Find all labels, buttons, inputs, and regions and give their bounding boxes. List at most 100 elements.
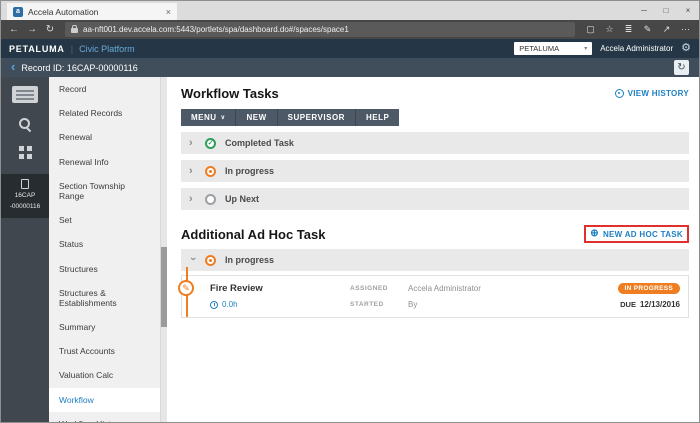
rail-record-tab[interactable]: 16CAP -00000116 (1, 174, 49, 218)
menu-item-renewal[interactable]: Renewal (49, 125, 160, 149)
browser-tab[interactable]: a Accela Automation × (7, 3, 177, 20)
accordion-adhoc-in-progress[interactable]: › In progress (181, 249, 689, 271)
hub-icon[interactable]: ≣ (619, 20, 638, 39)
adhoc-header: Additional Ad Hoc Task ⊕ NEW AD HOC TASK (181, 225, 689, 243)
apps-grid-icon[interactable] (19, 146, 32, 159)
new-adhoc-task-button[interactable]: ⊕ NEW AD HOC TASK (590, 229, 683, 239)
document-icon (21, 179, 29, 189)
menu-item-trust-accounts[interactable]: Trust Accounts (49, 339, 160, 363)
rail-record-id-line2: -00000116 (10, 203, 41, 211)
close-button[interactable]: × (677, 6, 699, 15)
main-body: 16CAP -00000116 Record Related Records R… (1, 77, 699, 422)
new-adhoc-task-label: NEW AD HOC TASK (603, 230, 683, 239)
accordion-in-progress[interactable]: › In progress (181, 160, 689, 182)
status-badge: IN PROGRESS (618, 283, 680, 294)
share-icon[interactable]: ↗ (657, 20, 676, 39)
refresh-icon[interactable]: ↻ (41, 20, 59, 39)
page-refresh-button[interactable]: ↻ (674, 60, 689, 75)
menu-item-summary[interactable]: Summary (49, 315, 160, 339)
page-title: Workflow Tasks (181, 86, 279, 101)
back-icon[interactable]: ← (5, 20, 23, 39)
assigned-label: ASSIGNED (350, 285, 408, 292)
user-menu[interactable]: Accela Administrator (600, 44, 673, 53)
url-field[interactable]: aa-nft001.dev.accela.com:5443/portlets/s… (65, 22, 575, 37)
started-value: By (408, 300, 620, 309)
tab-title: Accela Automation (28, 7, 161, 17)
completed-status-icon: ✓ (205, 138, 216, 149)
gear-icon[interactable]: ⚙ (681, 43, 691, 54)
more-icon[interactable]: ⋯ (676, 20, 695, 39)
accordion-label: In progress (225, 255, 274, 265)
tab-close-icon[interactable]: × (166, 7, 171, 17)
help-button[interactable]: HELP (356, 109, 399, 126)
started-label: STARTED (350, 301, 408, 308)
adhoc-task-card[interactable]: ✎ Fire Review ASSIGNED Accela Administra… (181, 275, 689, 318)
agency-brand: PETALUMA (9, 44, 65, 54)
back-chevron-icon[interactable]: ‹ (11, 60, 15, 73)
accordion-label: Completed Task (225, 138, 294, 148)
agency-select[interactable]: PETALUMA ▾ (514, 42, 592, 55)
menu-button[interactable]: MENU ∨ (181, 109, 236, 126)
task-row-primary: Fire Review ASSIGNED Accela Administrato… (210, 283, 680, 294)
due-value: 12/13/2016 (640, 300, 680, 309)
in-progress-status-icon (205, 166, 216, 177)
reading-view-icon[interactable]: ▢ (581, 20, 600, 39)
task-name[interactable]: Fire Review (210, 283, 350, 294)
menu-item-status[interactable]: Status (49, 232, 160, 256)
brand-separator: | (71, 44, 73, 54)
adhoc-title: Additional Ad Hoc Task (181, 227, 325, 242)
menu-item-structures[interactable]: Structures (49, 257, 160, 281)
chevron-expanded-icon: › (187, 257, 198, 264)
due-date: DUE 12/13/2016 (620, 300, 680, 309)
header-right: PETALUMA ▾ Accela Administrator ⚙ (514, 42, 691, 55)
rail-record-id-line1: 16CAP (15, 192, 36, 200)
menu-item-workflow[interactable]: Workflow (49, 388, 160, 412)
up-next-status-icon (205, 194, 216, 205)
hours-value: 0.0h (222, 300, 238, 309)
workflow-tasks-header: Workflow Tasks VIEW HISTORY (181, 86, 689, 101)
chevron-down-icon: ∨ (221, 114, 226, 121)
maximize-button[interactable]: □ (655, 6, 677, 15)
menu-item-section-township-range[interactable]: Section Township Range (49, 174, 160, 208)
view-history-link[interactable]: VIEW HISTORY (615, 89, 689, 98)
accordion-up-next[interactable]: › Up Next (181, 188, 689, 210)
accela-favicon-icon: a (13, 7, 23, 17)
record-id-label: Record ID: 16CAP-00000116 (21, 63, 137, 73)
accordion-label: In progress (225, 166, 274, 176)
accordion-label: Up Next (225, 194, 259, 204)
chevron-right-icon: › (189, 194, 196, 205)
menu-item-set[interactable]: Set (49, 208, 160, 232)
agency-select-value: PETALUMA (519, 44, 559, 53)
product-name: Civic Platform (79, 44, 135, 54)
browser-window: a Accela Automation × ─ □ × ← → ↻ aa-nft… (0, 0, 700, 423)
hours-logged[interactable]: 0.0h (210, 300, 350, 309)
menu-item-workflow-history[interactable]: Workflow History (49, 412, 160, 422)
menu-item-valuation-calc[interactable]: Valuation Calc (49, 363, 160, 387)
chevron-down-icon: ▾ (584, 45, 587, 52)
menu-item-record[interactable]: Record (49, 77, 160, 101)
new-button-label: NEW (246, 113, 266, 122)
search-icon[interactable] (19, 118, 32, 131)
chevron-right-icon: › (189, 166, 196, 177)
in-progress-status-icon (205, 255, 216, 266)
web-note-icon[interactable]: ✎ (638, 20, 657, 39)
forward-icon[interactable]: → (23, 20, 41, 39)
pencil-icon[interactable]: ✎ (178, 280, 194, 296)
supervisor-button-label: SUPERVISOR (288, 113, 345, 122)
menu-item-related-records[interactable]: Related Records (49, 101, 160, 125)
history-icon (615, 89, 624, 98)
minimize-button[interactable]: ─ (633, 6, 655, 15)
favorites-icon[interactable]: ☆ (600, 20, 619, 39)
supervisor-button[interactable]: SUPERVISOR (278, 109, 356, 126)
menu-item-renewal-info[interactable]: Renewal Info (49, 150, 160, 174)
icon-rail: 16CAP -00000116 (1, 77, 49, 422)
window-controls: ─ □ × (633, 1, 699, 20)
new-button[interactable]: NEW (236, 109, 277, 126)
accordion-completed-task[interactable]: › ✓ Completed Task (181, 132, 689, 154)
plus-circle-icon: ⊕ (590, 229, 599, 239)
workflow-content: Workflow Tasks VIEW HISTORY MENU ∨ NEW S… (167, 77, 699, 422)
menu-item-structures-establishments[interactable]: Structures & Establishments (49, 281, 160, 315)
menu-icon[interactable] (12, 86, 38, 103)
browser-address-bar: ← → ↻ aa-nft001.dev.accela.com:5443/port… (1, 20, 699, 39)
view-history-label: VIEW HISTORY (628, 89, 689, 98)
